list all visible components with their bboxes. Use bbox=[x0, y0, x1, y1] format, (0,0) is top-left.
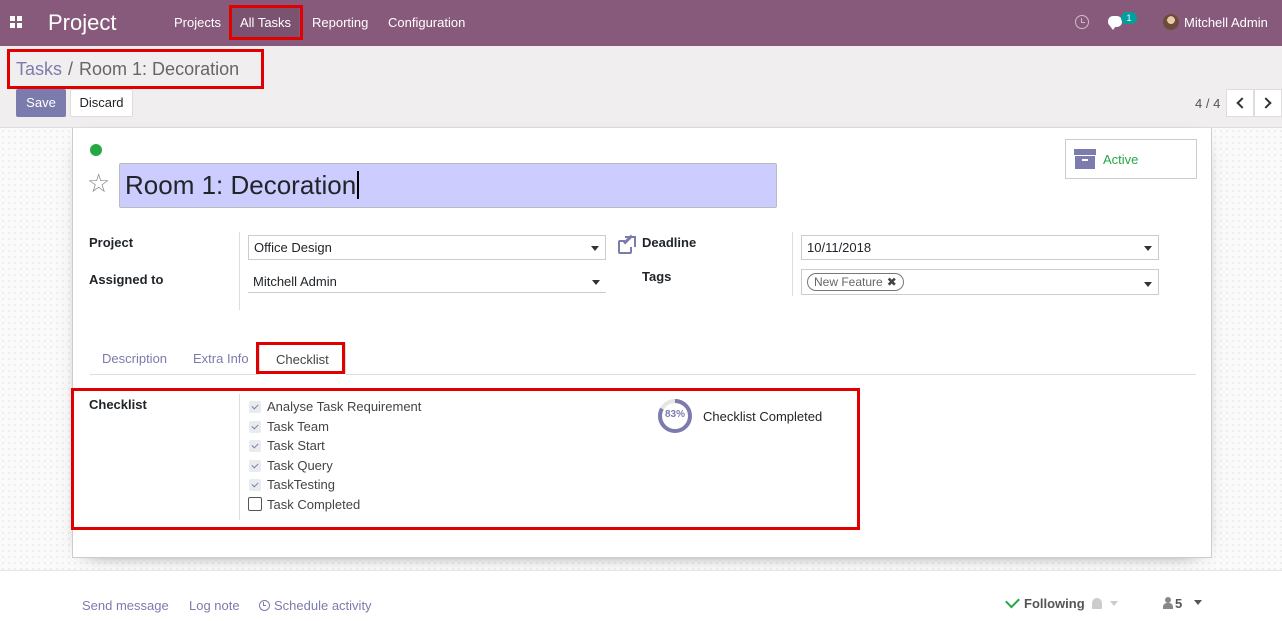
user-icon bbox=[1163, 597, 1173, 609]
task-title-input[interactable]: Room 1: Decoration bbox=[119, 163, 777, 208]
clock-icon bbox=[259, 600, 270, 611]
following-button[interactable]: Following bbox=[1024, 596, 1085, 611]
schedule-activity-label: Schedule activity bbox=[274, 598, 372, 613]
active-toggle-button[interactable]: Active bbox=[1065, 139, 1197, 179]
kanban-state-dot[interactable] bbox=[90, 144, 102, 156]
app-title[interactable]: Project bbox=[48, 10, 116, 36]
project-select[interactable]: Office Design bbox=[248, 235, 606, 260]
discard-button[interactable]: Discard bbox=[70, 89, 133, 117]
schedule-activity-button[interactable]: Schedule activity bbox=[259, 598, 372, 613]
chevron-down-icon bbox=[591, 246, 599, 251]
project-value: Office Design bbox=[254, 240, 332, 255]
activity-clock-icon[interactable] bbox=[1075, 15, 1089, 29]
log-note-button[interactable]: Log note bbox=[189, 598, 240, 613]
deadline-label: Deadline bbox=[642, 235, 697, 250]
chevron-right-icon bbox=[1260, 97, 1272, 109]
tab-description[interactable]: Description bbox=[102, 351, 167, 366]
chevron-down-icon bbox=[592, 280, 600, 285]
messages-count-badge: 1 bbox=[1121, 12, 1137, 24]
remove-tag-icon[interactable]: ✖ bbox=[887, 275, 897, 289]
highlight-checklist-section bbox=[71, 388, 860, 530]
deadline-value: 10/11/2018 bbox=[807, 240, 872, 255]
highlight-checklist-tab bbox=[256, 342, 345, 374]
user-menu[interactable]: Mitchell Admin bbox=[1184, 15, 1268, 30]
top-navbar: Project Projects All Tasks Reporting Con… bbox=[0, 0, 1282, 46]
send-message-button[interactable]: Send message bbox=[82, 598, 169, 613]
chevron-down-icon bbox=[1144, 246, 1152, 251]
active-label: Active bbox=[1103, 152, 1139, 167]
star-icon[interactable]: ☆ bbox=[87, 170, 110, 196]
menu-configuration[interactable]: Configuration bbox=[388, 15, 465, 30]
messages-icon[interactable] bbox=[1108, 16, 1122, 30]
bell-icon[interactable] bbox=[1092, 598, 1102, 609]
chevron-down-icon[interactable] bbox=[1194, 600, 1202, 605]
tags-label: Tags bbox=[642, 269, 672, 284]
chatter: Send message Log note Schedule activity … bbox=[0, 570, 1282, 621]
project-label: Project bbox=[89, 235, 134, 250]
tags-input[interactable]: New Feature ✖ bbox=[801, 269, 1159, 295]
assigned-label: Assigned to bbox=[89, 272, 164, 287]
menu-reporting[interactable]: Reporting bbox=[312, 15, 368, 30]
archive-icon bbox=[1074, 149, 1096, 169]
tag-label: New Feature bbox=[814, 275, 883, 289]
tab-extra-info[interactable]: Extra Info bbox=[193, 351, 249, 366]
followers-count[interactable]: 5 bbox=[1175, 596, 1182, 611]
chevron-down-icon[interactable] bbox=[1110, 601, 1118, 606]
assigned-value: Mitchell Admin bbox=[253, 274, 337, 289]
user-avatar[interactable] bbox=[1163, 14, 1179, 30]
deadline-input[interactable]: 10/11/2018 bbox=[801, 235, 1159, 260]
menu-projects[interactable]: Projects bbox=[174, 15, 221, 30]
highlight-breadcrumb bbox=[7, 49, 264, 89]
save-button[interactable]: Save bbox=[16, 89, 66, 117]
apps-menu-icon[interactable] bbox=[10, 16, 23, 29]
chevron-left-icon bbox=[1236, 97, 1248, 109]
pager-next-button[interactable] bbox=[1254, 89, 1282, 117]
highlight-all-tasks bbox=[229, 5, 303, 40]
chevron-down-icon bbox=[1144, 282, 1152, 287]
tag-badge: New Feature ✖ bbox=[807, 273, 904, 291]
external-link-icon[interactable] bbox=[618, 234, 636, 254]
check-icon bbox=[1005, 593, 1020, 609]
pager-value[interactable]: 4 / 4 bbox=[1195, 96, 1220, 111]
assigned-select[interactable]: Mitchell Admin bbox=[248, 271, 606, 293]
task-title-text: Room 1: Decoration bbox=[125, 170, 357, 200]
pager-previous-button[interactable] bbox=[1226, 89, 1254, 117]
